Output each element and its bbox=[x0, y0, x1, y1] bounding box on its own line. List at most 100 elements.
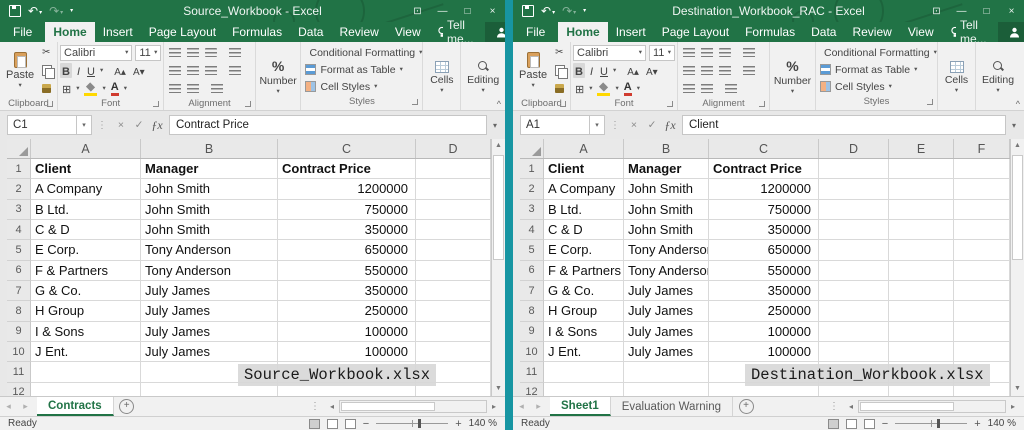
page-layout-view-button[interactable] bbox=[846, 419, 857, 429]
increase-indent-icon[interactable] bbox=[187, 84, 199, 93]
cells-group-button[interactable]: Cells ▾ bbox=[938, 42, 976, 110]
cell-C5[interactable]: 650000 bbox=[278, 240, 416, 260]
select-all-button[interactable] bbox=[7, 139, 31, 158]
row-header-1[interactable]: 1 bbox=[520, 159, 544, 179]
zoom-in-button[interactable]: + bbox=[455, 419, 461, 429]
font-name-combo[interactable]: Calibri▾ bbox=[60, 45, 132, 61]
cell-B5[interactable]: Tony Anderson bbox=[141, 240, 278, 260]
tab-home[interactable]: Home bbox=[558, 22, 607, 42]
cell-B7[interactable]: July James bbox=[624, 281, 709, 301]
name-box-dropdown-icon[interactable]: ▾ bbox=[590, 115, 605, 135]
row-header-9[interactable]: 9 bbox=[7, 322, 31, 342]
column-header-A[interactable]: A bbox=[31, 139, 141, 158]
vertical-scrollbar[interactable]: ▲ ▼ bbox=[1010, 139, 1024, 396]
minimize-button[interactable]: — bbox=[949, 0, 974, 22]
italic-button[interactable]: I bbox=[75, 63, 82, 78]
bold-button[interactable]: B bbox=[60, 63, 72, 78]
cell-B11[interactable] bbox=[624, 362, 709, 382]
cell-B1[interactable]: Manager bbox=[141, 159, 278, 179]
cell-D1[interactable] bbox=[819, 159, 889, 179]
cell-F6[interactable] bbox=[954, 261, 1010, 281]
cell-B10[interactable]: July James bbox=[141, 342, 278, 362]
cell-A7[interactable]: G & Co. bbox=[544, 281, 624, 301]
select-all-button[interactable] bbox=[520, 139, 544, 158]
name-box-dropdown-icon[interactable]: ▾ bbox=[77, 115, 92, 135]
cell-B6[interactable]: Tony Anderson bbox=[141, 261, 278, 281]
row-header-2[interactable]: 2 bbox=[520, 179, 544, 199]
cell-B3[interactable]: John Smith bbox=[624, 200, 709, 220]
cell-A7[interactable]: G & Co. bbox=[31, 281, 141, 301]
save-button[interactable] bbox=[522, 5, 534, 17]
italic-button[interactable]: I bbox=[588, 63, 595, 78]
ribbon-display-options-button[interactable]: ⊡ bbox=[405, 0, 430, 22]
ribbon-display-options-button[interactable]: ⊡ bbox=[924, 0, 949, 22]
font-dialog-launcher[interactable] bbox=[667, 101, 673, 107]
cell-C3[interactable]: 750000 bbox=[709, 200, 819, 220]
page-break-view-button[interactable] bbox=[864, 419, 875, 429]
align-right-icon[interactable] bbox=[205, 66, 217, 75]
cell-B7[interactable]: July James bbox=[141, 281, 278, 301]
cell-B9[interactable]: July James bbox=[141, 322, 278, 342]
cell-A11[interactable] bbox=[544, 362, 624, 382]
row-header-2[interactable]: 2 bbox=[7, 179, 31, 199]
wrap-text-icon[interactable] bbox=[743, 48, 755, 57]
insert-function-icon[interactable]: ƒx bbox=[148, 118, 166, 133]
cell-A12[interactable] bbox=[31, 383, 141, 396]
cell-F7[interactable] bbox=[954, 281, 1010, 301]
align-top-icon[interactable] bbox=[683, 48, 695, 57]
tab-insert[interactable]: Insert bbox=[95, 22, 141, 42]
conditional-formatting-button[interactable]: Conditional Formatting▾ bbox=[303, 44, 420, 61]
collapse-ribbon-icon[interactable]: ^ bbox=[497, 99, 501, 109]
tab-file[interactable]: File bbox=[0, 22, 45, 42]
styles-dialog-launcher[interactable] bbox=[412, 99, 418, 105]
cell-D7[interactable] bbox=[416, 281, 491, 301]
cell-F3[interactable] bbox=[954, 200, 1010, 220]
cell-B5[interactable]: Tony Anderson bbox=[624, 240, 709, 260]
cell-F9[interactable] bbox=[954, 322, 1010, 342]
sheet-nav-next-icon[interactable]: ▸ bbox=[17, 397, 34, 416]
decrease-indent-icon[interactable] bbox=[683, 84, 695, 93]
redo-button[interactable]: ↷▾ bbox=[562, 5, 576, 17]
styles-dialog-launcher[interactable] bbox=[927, 99, 933, 105]
cell-E1[interactable] bbox=[889, 159, 954, 179]
cell-E10[interactable] bbox=[889, 342, 954, 362]
horizontal-scrollbar-thumb[interactable] bbox=[860, 402, 954, 411]
share-button[interactable]: Share bbox=[998, 22, 1024, 42]
cell-B1[interactable]: Manager bbox=[624, 159, 709, 179]
column-header-D[interactable]: D bbox=[819, 139, 889, 158]
increase-indent-icon[interactable] bbox=[701, 84, 713, 93]
scroll-down-icon[interactable]: ▼ bbox=[492, 382, 505, 396]
cell-D8[interactable] bbox=[819, 301, 889, 321]
cell-A3[interactable]: B Ltd. bbox=[544, 200, 624, 220]
decrease-font-size-button[interactable]: A▾ bbox=[131, 63, 147, 78]
cell-A4[interactable]: C & D bbox=[31, 220, 141, 240]
row-header-12[interactable]: 12 bbox=[520, 383, 544, 396]
font-size-combo[interactable]: 11▾ bbox=[649, 45, 675, 61]
orientation-icon[interactable] bbox=[725, 84, 737, 93]
cell-A3[interactable]: B Ltd. bbox=[31, 200, 141, 220]
align-left-icon[interactable] bbox=[683, 66, 695, 75]
row-header-6[interactable]: 6 bbox=[7, 261, 31, 281]
font-size-combo[interactable]: 11▾ bbox=[135, 45, 161, 61]
new-sheet-button[interactable]: + bbox=[114, 397, 140, 416]
zoom-slider[interactable] bbox=[376, 423, 448, 424]
column-header-A[interactable]: A bbox=[544, 139, 624, 158]
cell-B12[interactable] bbox=[624, 383, 709, 396]
cell-styles-button[interactable]: Cell Styles▾ bbox=[818, 78, 935, 95]
align-right-icon[interactable] bbox=[719, 66, 731, 75]
cell-B6[interactable]: Tony Anderson bbox=[624, 261, 709, 281]
cell-A1[interactable]: Client bbox=[31, 159, 141, 179]
clipboard-dialog-launcher[interactable] bbox=[560, 101, 566, 107]
tab-data[interactable]: Data bbox=[803, 22, 844, 42]
font-dialog-launcher[interactable] bbox=[153, 101, 159, 107]
share-button[interactable]: Share bbox=[485, 22, 505, 42]
normal-view-button[interactable] bbox=[309, 419, 320, 429]
cell-E2[interactable] bbox=[889, 179, 954, 199]
row-header-8[interactable]: 8 bbox=[7, 301, 31, 321]
zoom-slider-thumb[interactable] bbox=[418, 419, 421, 428]
vertical-scrollbar-thumb[interactable] bbox=[493, 155, 504, 260]
horizontal-scrollbar[interactable] bbox=[339, 400, 487, 413]
align-bottom-icon[interactable] bbox=[205, 48, 217, 57]
cut-button[interactable]: ✂ bbox=[40, 46, 57, 60]
scroll-down-icon[interactable]: ▼ bbox=[1011, 382, 1024, 396]
